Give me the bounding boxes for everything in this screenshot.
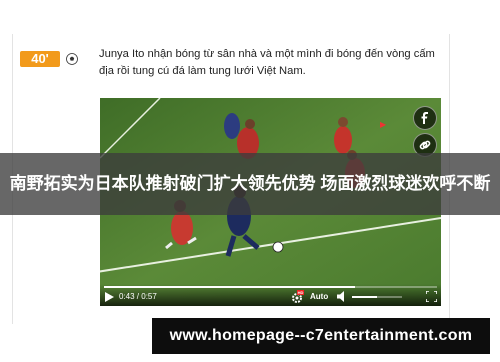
match-ball: [272, 241, 284, 253]
settings-gear-icon[interactable]: HD: [290, 290, 304, 304]
quality-label[interactable]: Auto: [310, 292, 328, 301]
hd-badge: HD: [298, 290, 304, 295]
volume-icon[interactable]: [337, 291, 349, 302]
commentary-text: Junya Ito nhận bóng từ sân nhà và một mì…: [99, 48, 435, 77]
minute-badge: 40': [20, 51, 60, 67]
play-icon[interactable]: [105, 292, 114, 302]
volume-slider[interactable]: [352, 296, 402, 298]
volume-fill: [352, 296, 377, 298]
video-controls: 0:43 / 0:57 HD Auto: [100, 284, 441, 306]
url-banner: www.homepage--c7entertainment.com: [152, 318, 490, 354]
fullscreen-icon[interactable]: [426, 291, 437, 302]
facebook-share-button[interactable]: [413, 106, 437, 130]
progress-bar[interactable]: [104, 286, 437, 288]
progress-fill: [104, 286, 356, 288]
facebook-icon: [421, 112, 428, 124]
football-icon: [66, 53, 78, 65]
video-logo: ▶: [380, 120, 387, 129]
headline-overlay: 南野拓实为日本队推射破门扩大领先优势 场面激烈球迷欢呼不断: [0, 153, 500, 215]
time-display: 0:43 / 0:57: [119, 292, 157, 301]
player-blue-2: [224, 113, 240, 139]
